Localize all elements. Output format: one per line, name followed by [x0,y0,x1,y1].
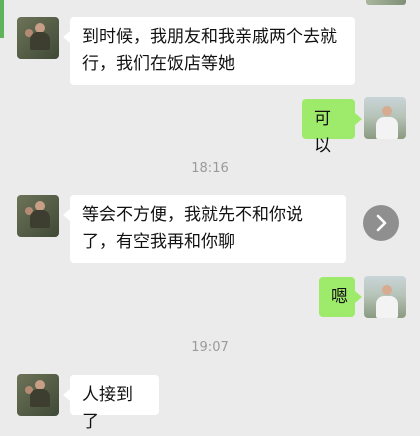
avatar-peek [366,0,406,5]
chevron-right-icon [376,214,387,232]
avatar-figure [30,389,50,407]
message-text: 到时候，我朋友和我亲戚两个去就行，我们在饭店等她 [82,27,337,74]
avatar-figure [376,117,398,139]
avatar-figure [376,296,398,318]
message-bubble-incoming[interactable]: 人接到了 [63,375,159,432]
message-bubble-incoming[interactable]: 到时候，我朋友和我亲戚两个去就行，我们在饭店等她 [63,17,355,85]
avatar-figure [382,106,392,116]
window-edge-accent [0,0,4,38]
contact-avatar[interactable] [17,195,59,237]
my-avatar[interactable] [364,97,406,139]
message-text: 等会不方便，我就先不和你说了，有空我再和你聊 [82,205,303,252]
message-bubble-outgoing[interactable]: 可以 [302,99,362,156]
message-bubble-incoming[interactable]: 等会不方便，我就先不和你说了，有空我再和你聊 [63,195,346,263]
message-text: 嗯 [331,287,348,307]
message-bubble-outgoing[interactable]: 嗯 [319,277,362,317]
next-button[interactable] [363,205,399,241]
my-avatar[interactable] [364,276,406,318]
avatar-figure [30,32,50,50]
contact-avatar[interactable] [17,374,59,416]
avatar-figure [30,210,50,228]
timestamp: 18:16 [191,161,229,176]
timestamp: 19:07 [191,340,229,355]
contact-avatar[interactable] [17,17,59,59]
message-text: 可以 [314,109,331,156]
avatar-figure [382,285,392,295]
